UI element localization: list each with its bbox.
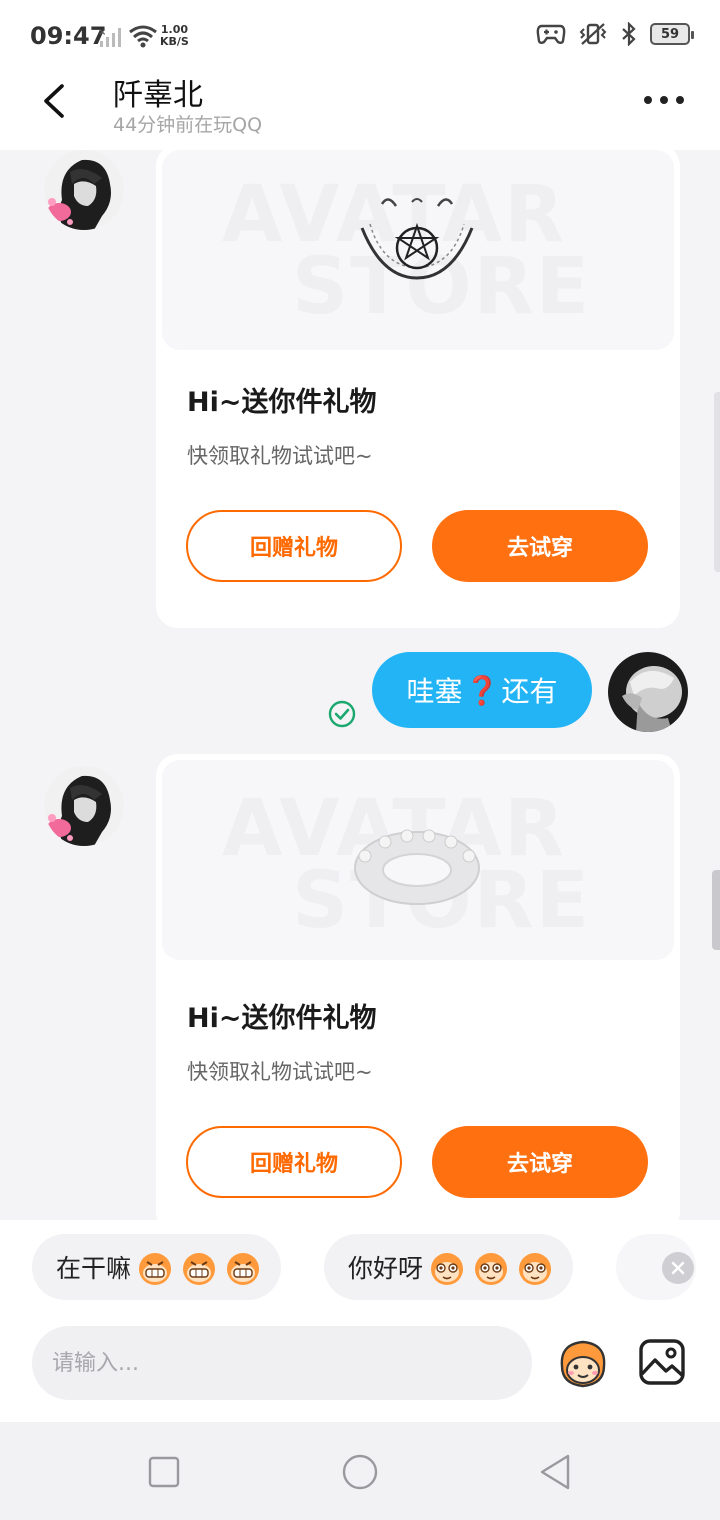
back-nav-icon[interactable] [536,1452,576,1492]
avatar-image [44,766,124,846]
chat-message-list[interactable]: AVATAR STORE Hi~送你件礼物 快领取礼物试试吧~ 回赠礼物 去试穿… [0,150,720,1220]
bluetooth-icon [622,22,636,46]
image-picker-icon[interactable] [638,1338,686,1386]
avatar-image [44,150,124,230]
cellular-signal-icon: × [98,27,121,47]
vibrate-icon [579,23,607,45]
more-dot-icon [660,96,668,104]
message-input[interactable] [32,1326,532,1400]
scrollbar-thumb[interactable] [712,870,720,950]
quick-reply-chip[interactable]: 在干嘛 [32,1234,282,1300]
scroll-edge-indicator [714,392,720,572]
gift-image-area[interactable]: AVATAR STORE [162,150,674,350]
contact-name: 阡辜北 [113,78,203,113]
gift-ring-image [354,829,480,905]
grin-emoji-icon [227,1253,260,1285]
gift-card-title: Hi~送你件礼物 [187,387,377,418]
sticker-emoji-icon[interactable] [554,1336,612,1394]
grin-emoji-icon [139,1253,172,1285]
more-dot-icon [676,96,684,104]
quick-reply-label: 你好呀 [348,1254,424,1283]
read-check-icon [328,700,356,728]
smile-emoji-icon [519,1253,552,1285]
smile-emoji-icon [431,1253,464,1285]
close-quick-replies-button[interactable] [662,1252,694,1284]
close-icon [671,1261,685,1275]
gift-card[interactable]: AVATAR STORE Hi~送你件礼物 快领取礼物试试吧~ 回赠礼物 去试穿 [156,754,680,1220]
gift-image-area[interactable]: AVATAR STORE [162,760,674,960]
network-speed: 1.00 KB/S [160,24,189,48]
gift-necklace-image [360,198,474,280]
svg-text:×: × [98,27,106,38]
sender-avatar[interactable] [44,150,124,230]
chat-header: 阡辜北 44分钟前在玩QQ [0,72,720,150]
quick-reply-chip[interactable]: 你好呀 [324,1234,574,1300]
my-avatar[interactable] [608,652,688,732]
quick-reply-bar: 在干嘛 你好呀 [0,1220,720,1320]
system-nav-bar [0,1422,720,1520]
grin-emoji-icon [183,1253,216,1285]
try-on-button[interactable]: 去试穿 [432,510,648,582]
return-gift-button[interactable]: 回赠礼物 [186,510,402,582]
question-emoji-icon: ❓ [464,673,500,707]
quick-reply-label: 在干嘛 [56,1254,132,1283]
back-arrow-icon[interactable] [34,80,76,122]
gift-card-desc: 快领取礼物试试吧~ [187,1060,373,1084]
wifi-icon [129,25,157,48]
network-speed-unit: KB/S [160,35,189,48]
gift-card[interactable]: AVATAR STORE Hi~送你件礼物 快领取礼物试试吧~ 回赠礼物 去试穿 [156,150,680,628]
status-bar: 09:47 × 1.00 KB/S 59 [0,0,720,72]
home-icon[interactable] [340,1452,380,1492]
recent-apps-icon[interactable] [144,1452,184,1492]
more-dot-icon [644,96,652,104]
gift-card-title: Hi~送你件礼物 [187,1003,377,1034]
avatar-image [608,652,688,732]
status-time: 09:47 [30,22,107,50]
gamepad-icon [536,24,566,44]
message-text: 还有 [501,675,558,708]
contact-status: 44分钟前在玩QQ [113,114,263,136]
my-message-bubble[interactable]: 哇塞 ❓ 还有 [372,652,592,728]
message-input-bar [0,1320,720,1422]
more-options-button[interactable] [644,90,684,110]
return-gift-button[interactable]: 回赠礼物 [186,1126,402,1198]
status-right-icons: 59 [536,22,694,46]
smile-emoji-icon [475,1253,508,1285]
gift-card-desc: 快领取礼物试试吧~ [187,444,373,468]
sender-avatar[interactable] [44,766,124,846]
message-text: 哇塞 [406,675,463,708]
try-on-button[interactable]: 去试穿 [432,1126,648,1198]
battery-indicator: 59 [650,23,694,45]
